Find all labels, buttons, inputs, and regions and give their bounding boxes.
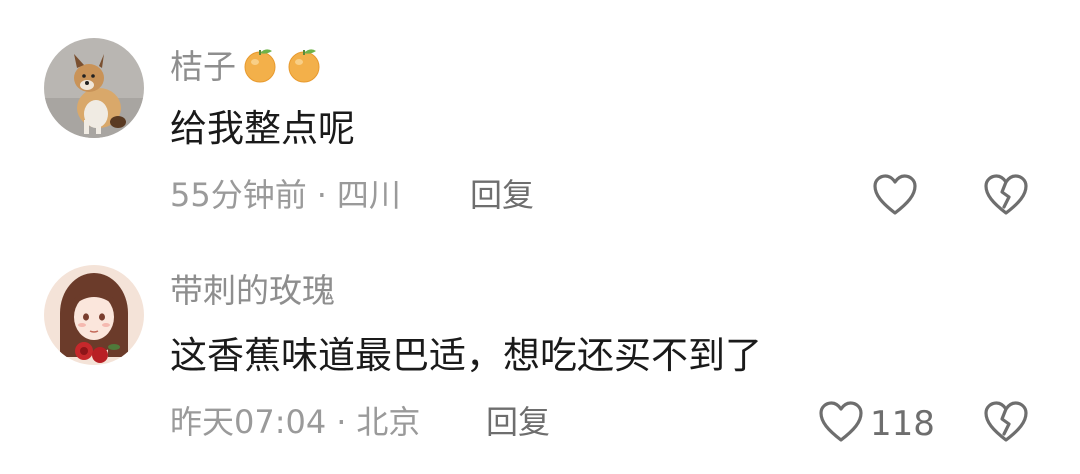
comment-item: 带刺的玫瑰 这香蕉味道最巴适，想吃还买不到了 昨天07:04 · 北京 回复 118 <box>0 237 1080 474</box>
dislike-button[interactable] <box>983 400 1029 448</box>
username-text: 桔子 <box>170 47 236 86</box>
heart-outline-icon <box>818 400 864 448</box>
username-text: 带刺的玫瑰 <box>170 271 335 310</box>
reply-button[interactable]: 回复 <box>486 402 550 442</box>
comment-item: 桔子 给我整点呢 55分钟前 · 四川 回复 <box>0 0 1080 237</box>
avatar[interactable] <box>44 38 144 138</box>
comment-meta: 55分钟前 · 四川 <box>170 175 401 215</box>
like-count: 118 <box>870 404 935 444</box>
broken-heart-icon <box>983 174 1029 221</box>
username[interactable]: 带刺的玫瑰 <box>170 271 335 311</box>
comment-text: 给我整点呢 <box>170 107 355 150</box>
heart-outline-icon <box>872 173 918 221</box>
orange-emoji-icon <box>284 44 324 93</box>
comment-time: 55分钟前 <box>170 176 307 214</box>
comment-location: 北京 <box>356 403 421 441</box>
comment-time: 昨天07:04 <box>170 403 327 441</box>
dislike-button[interactable] <box>983 173 1029 221</box>
like-button[interactable]: 118 <box>818 400 935 448</box>
comment-location: 四川 <box>336 176 401 214</box>
reply-button[interactable]: 回复 <box>470 175 534 215</box>
like-button[interactable] <box>872 173 924 221</box>
orange-emoji-icon <box>240 44 280 93</box>
meta-separator: · <box>316 176 327 214</box>
comment-text: 这香蕉味道最巴适，想吃还买不到了 <box>170 334 762 377</box>
broken-heart-icon <box>983 401 1029 448</box>
meta-separator: · <box>336 403 347 441</box>
avatar[interactable] <box>44 265 144 365</box>
username[interactable]: 桔子 <box>170 44 324 93</box>
comment-meta: 昨天07:04 · 北京 <box>170 402 420 442</box>
